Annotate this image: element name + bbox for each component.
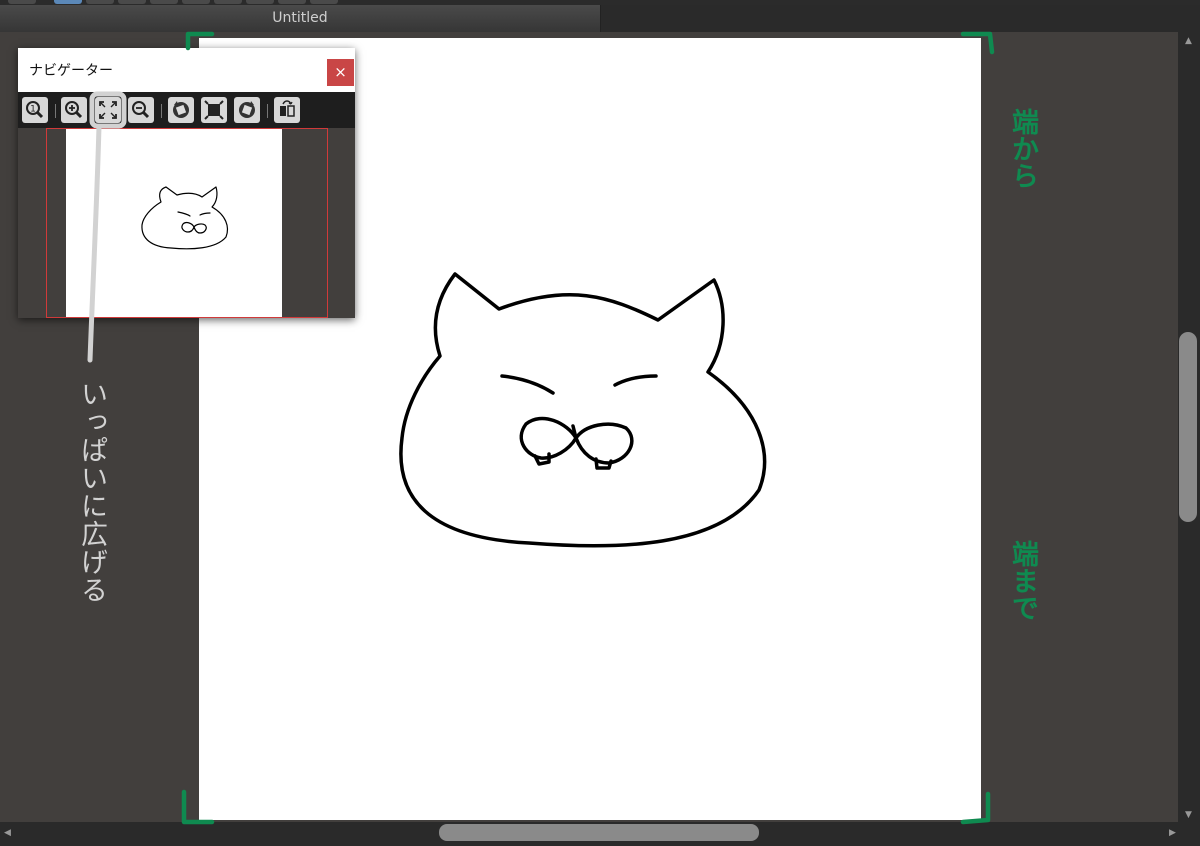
- rotate-right-icon[interactable]: [234, 97, 260, 123]
- toolbar-divider: [267, 104, 268, 118]
- flip-horizontal-icon[interactable]: [274, 97, 300, 123]
- vertical-scroll-thumb[interactable]: [1179, 332, 1197, 522]
- toolbar-divider: [161, 104, 162, 118]
- navigator-panel: ナビゲーター × 1: [18, 48, 355, 318]
- navigator-preview[interactable]: [18, 128, 355, 318]
- zoom-in-icon[interactable]: [61, 97, 87, 123]
- zoom-actual-size-icon[interactable]: 1: [22, 97, 48, 123]
- toolbar-button[interactable]: [214, 0, 242, 4]
- toolbar-button[interactable]: [150, 0, 178, 4]
- toolbar-button[interactable]: [182, 0, 210, 4]
- toolbar-button[interactable]: [310, 0, 338, 4]
- scroll-down-arrow-icon[interactable]: ▼: [1185, 810, 1192, 820]
- cat-right-cheek: [574, 422, 634, 465]
- scroll-corner: [1178, 822, 1200, 846]
- viewport-frame[interactable]: [46, 128, 328, 318]
- toolbar-button[interactable]: [8, 0, 36, 4]
- annotation-fill-label: いっぱいに広げる: [76, 380, 107, 604]
- scroll-left-arrow-icon[interactable]: ◀: [4, 828, 11, 838]
- toolbar-button[interactable]: [246, 0, 274, 4]
- document-tab[interactable]: Untitled: [0, 5, 601, 32]
- zoom-out-icon[interactable]: [128, 97, 154, 123]
- navigator-toolbar: 1: [18, 92, 355, 128]
- cat-left-eye: [500, 374, 555, 395]
- tab-bar: Untitled: [0, 5, 1200, 32]
- cat-left-cheek: [519, 416, 578, 460]
- rotate-left-icon[interactable]: [168, 97, 194, 123]
- toolbar-button[interactable]: [54, 0, 82, 4]
- close-button[interactable]: ×: [327, 59, 354, 86]
- scroll-up-arrow-icon[interactable]: ▲: [1185, 36, 1192, 46]
- toolbar-button[interactable]: [118, 0, 146, 4]
- fit-to-window-icon[interactable]: [95, 97, 121, 123]
- scroll-right-arrow-icon[interactable]: ▶: [1169, 828, 1176, 838]
- navigator-title: ナビゲーター: [29, 63, 113, 79]
- annotation-from-edge: 端から: [1007, 108, 1038, 189]
- cat-nose: [571, 424, 577, 436]
- fit-canvas-icon[interactable]: [201, 97, 227, 123]
- toolbar-button[interactable]: [278, 0, 306, 4]
- toolbar-button[interactable]: [86, 0, 114, 4]
- cat-outline: [399, 272, 767, 548]
- svg-text:1: 1: [30, 105, 36, 115]
- cat-right-eye: [613, 374, 658, 387]
- horizontal-scroll-thumb[interactable]: [439, 824, 759, 841]
- annotation-to-edge: 端まで: [1007, 540, 1038, 621]
- toolbar-divider: [55, 104, 56, 118]
